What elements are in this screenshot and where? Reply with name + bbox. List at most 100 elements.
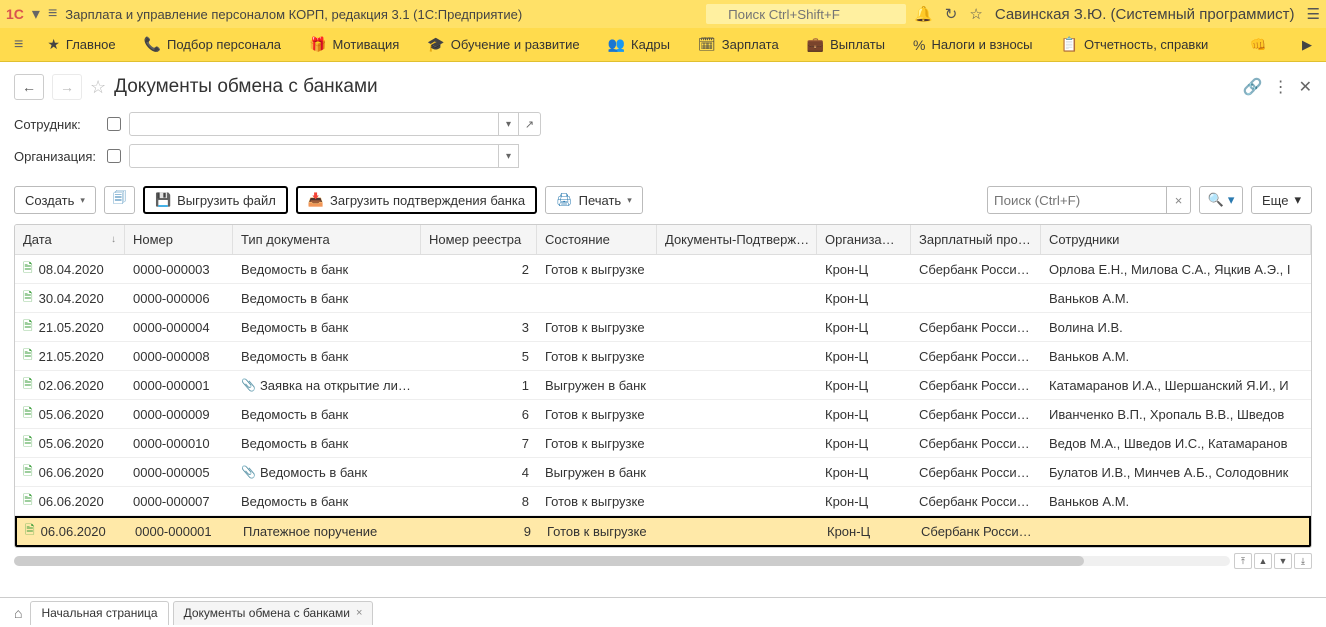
col-confirm[interactable]: Документы-Подтверж…	[657, 225, 817, 254]
load-confirm-button[interactable]: 📥Загрузить подтверждения банка	[296, 186, 537, 214]
col-doc-type[interactable]: Тип документа	[233, 225, 421, 254]
main-nav: ≡ ★Главное📞Подбор персонала🎁Мотивация🎓Об…	[0, 28, 1326, 62]
org-filter-checkbox[interactable]	[107, 149, 121, 163]
cell-employees: Ваньков А.М.	[1041, 487, 1311, 515]
dropdown-icon[interactable]: ▾	[32, 4, 40, 24]
scroll-down-button[interactable]: ▼	[1274, 553, 1292, 569]
hscroll: ⤒ ▲ ▼ ⤓	[14, 554, 1312, 568]
cell-org: Крон-Ц	[817, 284, 911, 312]
hamburger-icon[interactable]: ≡	[48, 5, 57, 23]
history-icon[interactable]: ↻	[945, 5, 958, 23]
cell-reestr: 2	[421, 255, 537, 283]
table-row[interactable]: 🗎21.05.20200000-000008Ведомость в банк5Г…	[15, 342, 1311, 371]
search-button[interactable]: 🔍▾	[1199, 186, 1243, 214]
cell-employees: Ваньков А.М.	[1041, 284, 1311, 312]
org-filter-input[interactable]	[129, 144, 499, 168]
nav-label: Налоги и взносы	[931, 37, 1032, 52]
back-button[interactable]: ←	[14, 74, 44, 100]
org-filter-label: Организация:	[14, 149, 99, 164]
page-title: Документы обмена с банками	[114, 76, 377, 98]
menu-icon[interactable]: ☰	[1307, 5, 1320, 23]
tab-close-icon[interactable]: ×	[356, 607, 362, 619]
cell-number: 0000-000003	[125, 255, 233, 283]
table-row[interactable]: 🗎08.04.20200000-000003Ведомость в банк2Г…	[15, 255, 1311, 284]
cell-confirm	[657, 400, 817, 428]
nav-item-2[interactable]: 🎁Мотивация	[295, 28, 413, 62]
col-employees[interactable]: Сотрудники	[1041, 225, 1311, 254]
user-label[interactable]: Савинская З.Ю. (Системный программист)	[995, 6, 1295, 23]
hscroll-thumb[interactable]	[14, 556, 1084, 566]
cell-state	[537, 284, 657, 312]
table-row[interactable]: 🗎06.06.20200000-000005📎Ведомость в банк4…	[15, 458, 1311, 487]
cell-date: 05.06.2020	[39, 436, 104, 451]
cell-employees: Волина И.В.	[1041, 313, 1311, 341]
link-icon[interactable]: 🔗	[1243, 77, 1263, 97]
cell-date: 06.06.2020	[41, 524, 106, 539]
table-row[interactable]: 🗎06.06.20200000-000007Ведомость в банк8Г…	[15, 487, 1311, 516]
col-reestr[interactable]: Номер реестра	[421, 225, 537, 254]
favorite-icon[interactable]: ☆	[90, 77, 106, 98]
star-icon[interactable]: ☆	[969, 5, 982, 23]
table-row[interactable]: 🗎02.06.20200000-000001📎Заявка на открыти…	[15, 371, 1311, 400]
cell-state: Выгружен в банк	[537, 371, 657, 399]
employee-filter-dropdown[interactable]: ▾	[499, 112, 519, 136]
col-date[interactable]: Дата↓	[15, 225, 125, 254]
col-org[interactable]: Организа…	[817, 225, 911, 254]
col-number[interactable]: Номер	[125, 225, 233, 254]
cell-project	[911, 284, 1041, 312]
export-file-button[interactable]: 💾Выгрузить файл	[143, 186, 288, 214]
home-icon[interactable]: ⌂	[6, 605, 30, 621]
bell-icon[interactable]: 🔔	[914, 5, 933, 23]
nav-item-6[interactable]: 💼Выплаты	[793, 28, 899, 62]
cell-state: Выгружен в банк	[537, 458, 657, 486]
cell-project: Сбербанк Росси…	[913, 518, 1043, 545]
table-row[interactable]: 🗎21.05.20200000-000004Ведомость в банк3Г…	[15, 313, 1311, 342]
col-project[interactable]: Зарплатный про…	[911, 225, 1041, 254]
scroll-top-button[interactable]: ⤒	[1234, 553, 1252, 569]
more-button[interactable]: Еще▾	[1251, 186, 1312, 214]
local-search-input[interactable]	[987, 186, 1167, 214]
employee-filter-checkbox[interactable]	[107, 117, 121, 131]
hscroll-track[interactable]	[14, 556, 1230, 566]
close-icon[interactable]: ✕	[1299, 77, 1312, 97]
nav-menu-icon[interactable]: ≡	[6, 36, 31, 54]
nav-item-1[interactable]: 📞Подбор персонала	[130, 28, 295, 62]
table-row[interactable]: 🗎05.06.20200000-000009Ведомость в банк6Г…	[15, 400, 1311, 429]
org-filter-dropdown[interactable]: ▾	[499, 144, 519, 168]
nav-item-3[interactable]: 🎓Обучение и развитие	[413, 28, 593, 62]
nav-item-0[interactable]: ★Главное	[33, 28, 129, 62]
search-clear-button[interactable]: ×	[1167, 186, 1191, 214]
employee-filter-input[interactable]	[129, 112, 499, 136]
tab-home[interactable]: Начальная страница	[30, 601, 168, 625]
print-button[interactable]: 🖨Печать▾	[545, 186, 643, 214]
nav-item-7[interactable]: %Налоги и взносы	[899, 28, 1047, 62]
table-row[interactable]: 🗎05.06.20200000-000010Ведомость в банк7Г…	[15, 429, 1311, 458]
cell-state: Готов к выгрузке	[537, 487, 657, 515]
scroll-up-button[interactable]: ▲	[1254, 553, 1272, 569]
employee-filter-open[interactable]: ↗	[519, 112, 541, 136]
table-row[interactable]: 🗎30.04.20200000-000006Ведомость в банкКр…	[15, 284, 1311, 313]
nav-icon: 📋	[1061, 36, 1078, 53]
scroll-bottom-button[interactable]: ⤓	[1294, 553, 1312, 569]
cell-reestr: 5	[421, 342, 537, 370]
nav-more-icon[interactable]: ▶	[1294, 37, 1320, 53]
cell-number: 0000-000001	[127, 518, 235, 545]
nav-tool-icon[interactable]: 👊	[1242, 37, 1274, 53]
table-row[interactable]: 🗎06.06.20200000-000001Платежное поручени…	[15, 516, 1311, 547]
col-state[interactable]: Состояние	[537, 225, 657, 254]
employee-filter-label: Сотрудник:	[14, 117, 99, 132]
cell-confirm	[657, 342, 817, 370]
attach-icon: 📎	[241, 465, 256, 479]
global-search-input[interactable]	[706, 4, 906, 24]
create-button[interactable]: Создать▾	[14, 186, 96, 214]
nav-item-8[interactable]: 📋Отчетность, справки	[1047, 28, 1223, 62]
nav-item-5[interactable]: 🗓Зарплата	[684, 28, 793, 62]
doc-icon: 🗎	[23, 375, 33, 396]
cell-date: 06.06.2020	[39, 494, 104, 509]
refresh-button[interactable]: 🗐	[104, 186, 135, 214]
nav-item-4[interactable]: 👥Кадры	[594, 28, 684, 62]
cell-type: Ведомость в банк	[233, 255, 421, 283]
tab-documents[interactable]: Документы обмена с банками×	[173, 601, 374, 625]
cell-state: Готов к выгрузке	[537, 255, 657, 283]
kebab-icon[interactable]: ⋮	[1273, 77, 1289, 97]
